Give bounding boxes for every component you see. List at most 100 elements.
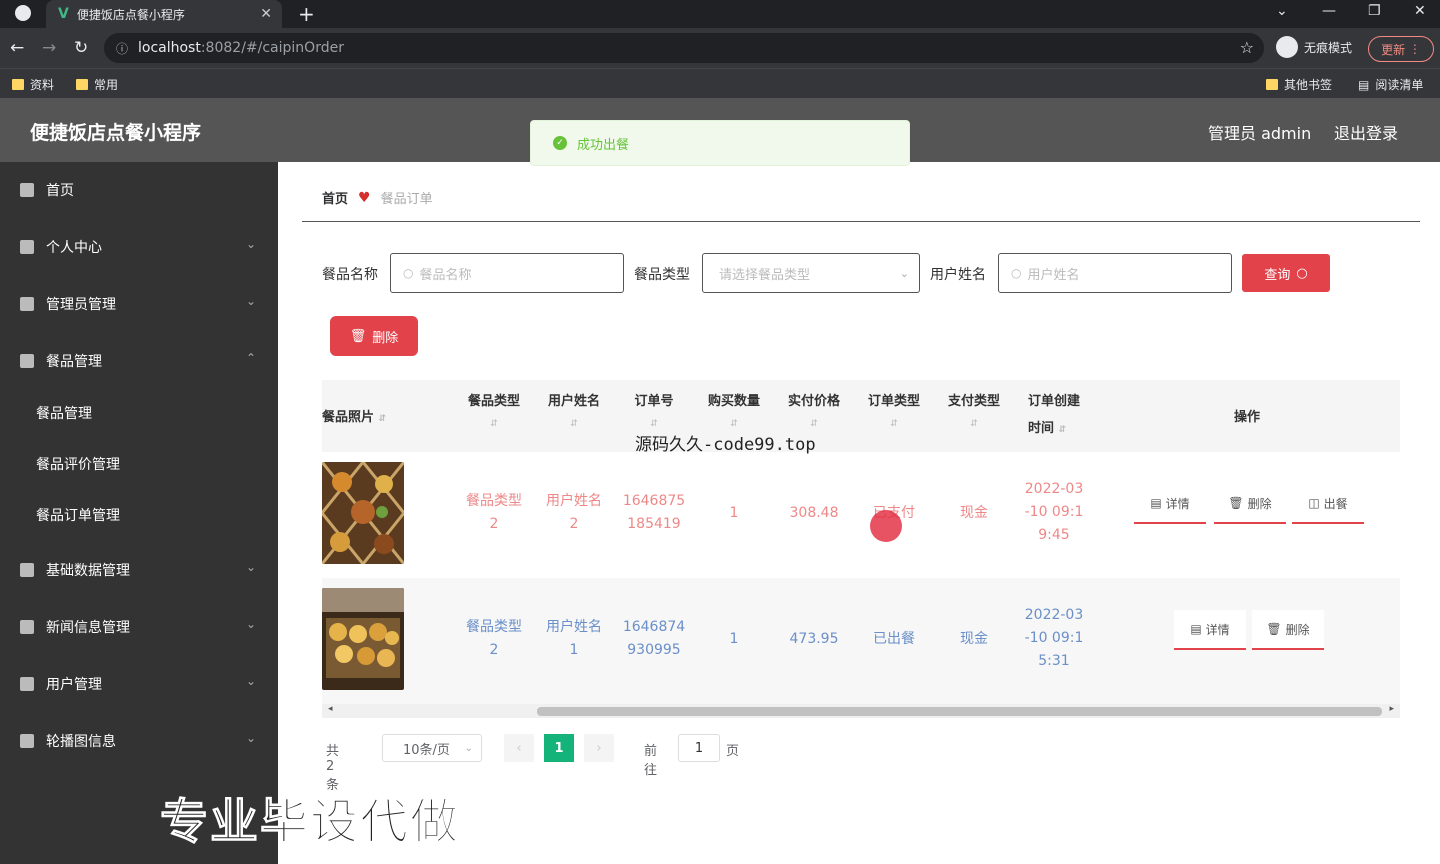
goto-label: 前往 <box>644 744 658 778</box>
col-header-created[interactable]: 订单创建 时间 ⇵ <box>1014 390 1094 436</box>
reload-icon[interactable]: ↻ <box>74 38 88 58</box>
table-row: 餐品类型 2 用户姓名 1 1646874 930995 1 473.95 已出餐 现… <box>322 578 1400 704</box>
delete-label: 删除 <box>372 330 399 346</box>
sidebar-subitem-dish-manage[interactable]: 餐品管理 <box>0 393 278 433</box>
dish-type-select[interactable]: 请选择餐品类型 ⌄ <box>702 253 920 293</box>
col-header-user[interactable]: 用户姓名 ⇵ <box>534 390 614 429</box>
tab-search-icon[interactable]: ⌄ <box>1276 3 1288 19</box>
sidebar-subitem-dish-review[interactable]: 餐品评价管理 <box>0 444 278 484</box>
user-name-label: 用户姓名 <box>930 267 986 283</box>
dish-type-label: 餐品类型 <box>634 267 690 283</box>
reading-list[interactable]: ▤ 阅读清单 <box>1358 76 1423 93</box>
sidebar-item-admins[interactable]: 管理员管理 ⌄ <box>0 284 278 324</box>
sidebar-label: 餐品管理 <box>36 406 92 422</box>
bookmark-folder-ziliao[interactable]: 资料 <box>12 76 54 93</box>
prev-page-button[interactable]: ‹ <box>504 734 534 762</box>
sort-icon: ⇵ <box>890 419 898 429</box>
cell-text: 2 <box>569 516 579 532</box>
cell-text: -10 09:1 <box>1024 504 1084 520</box>
sidebar-label: 用户管理 <box>46 677 102 693</box>
col-header-qty[interactable]: 购买数量 ⇵ <box>694 390 774 429</box>
forward-icon[interactable]: → <box>42 38 56 58</box>
restore-icon[interactable]: ❐ <box>1368 3 1381 19</box>
back-icon[interactable]: ← <box>10 38 24 58</box>
bookmark-label: 资料 <box>30 78 55 92</box>
cell-type: 餐品类型 2 <box>454 616 534 662</box>
scroll-right-icon[interactable]: ▸ <box>1389 704 1394 714</box>
logout-link[interactable]: 退出登录 <box>1334 120 1398 144</box>
new-tab-icon[interactable]: + <box>298 2 315 26</box>
detail-button[interactable]: ▤ 详情 <box>1134 484 1206 524</box>
incognito-icon <box>1276 36 1298 58</box>
sidebar-item-carousel[interactable]: 轮播图信息 ⌄ <box>0 721 278 761</box>
col-header-pay-type[interactable]: 支付类型 ⇵ <box>934 390 1014 429</box>
col-header-type[interactable]: 餐品类型 ⇵ <box>454 390 534 429</box>
query-button[interactable]: 查询 ○ <box>1242 254 1330 292</box>
cell-text: 1646875 <box>622 493 686 509</box>
horizontal-scrollbar[interactable]: ◂ ▸ <box>322 704 1400 718</box>
sidebar-item-home[interactable]: 首页 <box>0 170 278 210</box>
address-bar[interactable]: ⓘ localhost:8082/#/caipinOrder ☆ <box>104 33 1264 63</box>
header-text: 实付价格 <box>787 394 840 409</box>
sidebar-label: 餐品订单管理 <box>36 508 120 524</box>
detail-button[interactable]: ▤ 详情 <box>1174 610 1246 650</box>
bookmark-star-icon[interactable]: ☆ <box>1240 38 1254 57</box>
header-text: 订单类型 <box>867 394 920 409</box>
user-name-input[interactable]: ○ 用户姓名 <box>998 253 1232 293</box>
delete-button[interactable]: 🗑︎ 删除 <box>1252 610 1324 650</box>
delete-button[interactable]: 🗑︎ 删除 <box>1214 484 1286 524</box>
close-window-icon[interactable]: ✕ <box>1414 3 1426 19</box>
page-suffix: 页 <box>726 744 740 759</box>
cell-created: 2022-03 -10 09:1 9:45 <box>1014 478 1094 547</box>
sort-icon: ⇵ <box>970 419 978 429</box>
incognito-label: 无痕模式 <box>1304 40 1353 55</box>
batch-delete-button[interactable]: 🗑︎ 删除 <box>330 316 418 356</box>
header-text: 订单创建 <box>1028 394 1081 409</box>
col-header-order-no[interactable]: 订单号 ⇵ <box>614 390 694 429</box>
chevron-down-icon: ⌄ <box>899 266 909 280</box>
close-tab-icon[interactable]: ✕ <box>260 6 272 22</box>
sidebar-item-base-data[interactable]: 基础数据管理 ⌄ <box>0 550 278 590</box>
dish-name-input[interactable]: ○ 餐品名称 <box>390 253 624 293</box>
bookmark-label: 常用 <box>94 78 119 92</box>
header-text: 支付类型 <box>947 394 1000 409</box>
cell-created: 2022-03 -10 09:1 5:31 <box>1014 604 1094 673</box>
cell-type: 餐品类型 2 <box>454 490 534 536</box>
sort-icon: ⇵ <box>730 419 738 429</box>
col-header-order-type[interactable]: 订单类型 ⇵ <box>854 390 934 429</box>
serve-button[interactable]: ◫ 出餐 <box>1292 484 1364 524</box>
sidebar-item-news[interactable]: 新闻信息管理 ⌄ <box>0 607 278 647</box>
col-header-price[interactable]: 实付价格 ⇵ <box>774 390 854 429</box>
user-box-icon <box>20 677 34 691</box>
cell-qty: 1 <box>729 505 739 521</box>
scroll-left-icon[interactable]: ◂ <box>328 704 333 714</box>
goto-page-input[interactable]: 1 <box>678 734 720 762</box>
sidebar-label: 个人中心 <box>46 240 102 256</box>
sidebar-item-dishes[interactable]: 餐品管理 ⌃ <box>0 341 278 381</box>
cell-text: 9:45 <box>1038 527 1070 543</box>
placeholder: 请选择餐品类型 <box>719 267 811 283</box>
header-text: 用户姓名 <box>547 394 600 409</box>
cell-user: 用户姓名 1 <box>534 616 614 662</box>
sidebar-label: 餐品评价管理 <box>36 457 120 473</box>
breadcrumb-home[interactable]: 首页 <box>322 188 348 207</box>
next-page-button[interactable]: › <box>584 734 614 762</box>
dish-name-label: 餐品名称 <box>322 267 378 283</box>
page-size-select[interactable]: 10条/页 ⌄ <box>382 734 482 762</box>
scrollbar-thumb[interactable] <box>537 707 1382 716</box>
sidebar-subitem-dish-order[interactable]: 餐品订单管理 <box>0 495 278 535</box>
cell-text: 5:31 <box>1038 653 1070 669</box>
update-button[interactable]: 更新 ⋮ <box>1368 36 1434 62</box>
button-label: 出餐 <box>1323 496 1348 511</box>
sidebar-item-profile[interactable]: 个人中心 ⌄ <box>0 227 278 267</box>
site-info-icon[interactable]: ⓘ <box>116 40 128 57</box>
incognito-indicator[interactable]: 无痕模式 <box>1276 36 1352 58</box>
sidebar-item-users[interactable]: 用户管理 ⌄ <box>0 664 278 704</box>
bookmark-folder-changyong[interactable]: 常用 <box>76 76 118 93</box>
bookmark-other[interactable]: 其他书签 <box>1266 76 1332 93</box>
cell-text: 用户姓名 <box>546 493 602 509</box>
page-number-current[interactable]: 1 <box>544 734 574 762</box>
browser-tab[interactable]: V 便捷饭店点餐小程序 ✕ <box>46 0 282 28</box>
col-header-photo[interactable]: 餐品照片 ⇵ <box>322 406 392 425</box>
minimize-icon[interactable]: — <box>1322 3 1336 19</box>
